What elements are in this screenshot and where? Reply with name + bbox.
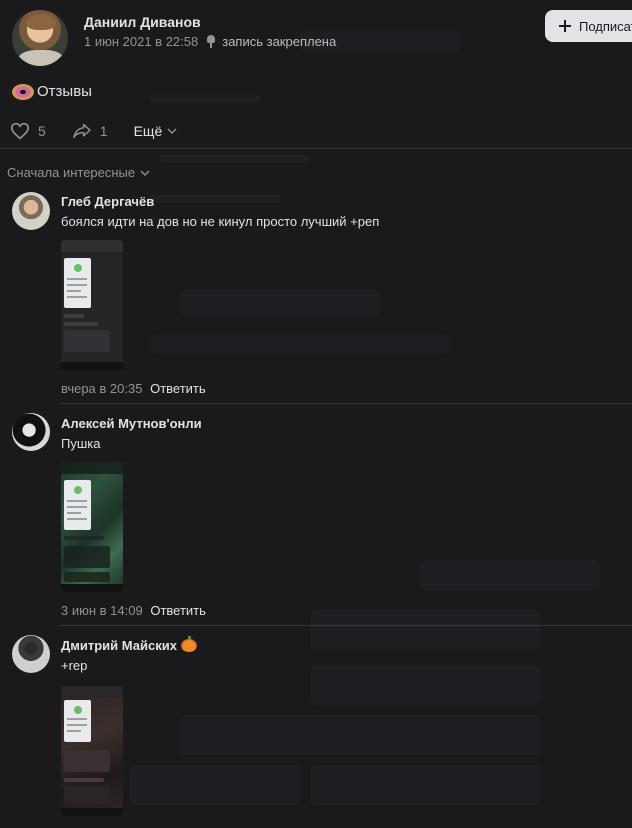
- comment-text: +rep: [61, 658, 88, 673]
- like-button[interactable]: 5: [10, 122, 46, 140]
- chevron-down-icon: [167, 128, 177, 134]
- share-button[interactable]: 1: [72, 123, 108, 139]
- reply-button[interactable]: Ответить: [150, 381, 206, 396]
- post-actions: 5 1 Ещё: [10, 116, 203, 146]
- comment-author[interactable]: Дмитрий Майских: [61, 636, 197, 653]
- comment-attachment-image[interactable]: [61, 462, 123, 592]
- pinned-label: запись закреплена: [222, 34, 337, 49]
- comment-footer: вчера в 20:35 Ответить: [61, 381, 206, 396]
- post-text-content: Отзывы: [37, 83, 92, 100]
- comment-avatar[interactable]: [12, 413, 50, 451]
- post-meta: 1 июн 2021 в 22:58 запись закреплена: [84, 34, 336, 49]
- more-label: Ещё: [133, 123, 163, 139]
- comment-attachment-image[interactable]: [61, 686, 123, 816]
- comment-author[interactable]: Алексей Мутнов'онли: [61, 416, 202, 431]
- subscribe-label: Подписат: [579, 18, 632, 34]
- comment-divider: [60, 625, 632, 626]
- chevron-down-icon: [140, 170, 150, 176]
- pin-icon: [206, 35, 216, 48]
- comments-sort-label: Сначала интересные: [7, 165, 136, 180]
- post-date[interactable]: 1 июн 2021 в 22:58: [84, 34, 198, 49]
- pumpkin-icon: [180, 636, 197, 652]
- like-count: 5: [38, 123, 46, 139]
- post-header: Даниил Диванов 1 июн 2021 в 22:58 запись…: [10, 8, 622, 66]
- author-avatar[interactable]: [12, 10, 68, 66]
- comment-divider: [60, 403, 632, 404]
- subscribe-button[interactable]: Подписат: [545, 10, 632, 42]
- comment-attachment-image[interactable]: [61, 240, 123, 370]
- donut-icon: [12, 83, 34, 100]
- share-arrow-icon: [73, 123, 91, 139]
- post-divider: [0, 148, 632, 149]
- comment-time[interactable]: 3 июн в 14:09: [61, 603, 143, 618]
- comment-avatar[interactable]: [12, 192, 50, 230]
- comments-sort-dropdown[interactable]: Сначала интересные: [7, 165, 150, 180]
- comment-text: боялся идти на дов но не кинул просто лу…: [61, 214, 380, 229]
- comment-time[interactable]: вчера в 20:35: [61, 381, 142, 396]
- more-button[interactable]: Ещё: [134, 123, 178, 139]
- comment-text: Пушка: [61, 436, 101, 451]
- post-text: Отзывы: [12, 83, 92, 100]
- comment-author-name: Дмитрий Майских: [61, 638, 177, 653]
- comment-footer: 3 июн в 14:09 Ответить: [61, 603, 206, 618]
- comment-author[interactable]: Глеб Дергачёв: [61, 194, 154, 209]
- share-count: 1: [99, 123, 108, 139]
- post-author-name[interactable]: Даниил Диванов: [84, 14, 201, 30]
- reply-button[interactable]: Ответить: [150, 603, 206, 618]
- heart-icon: [10, 122, 30, 140]
- plus-icon: [559, 20, 571, 32]
- comment-avatar[interactable]: [12, 635, 50, 673]
